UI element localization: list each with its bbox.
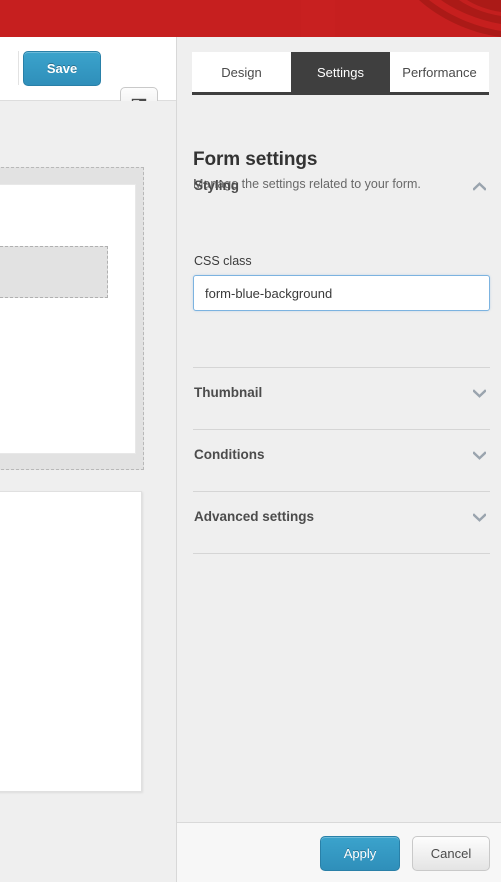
chevron-up-icon	[473, 182, 486, 191]
toolbar-divider	[18, 51, 19, 85]
tab-settings[interactable]: Settings	[291, 52, 390, 92]
form-page-1[interactable]	[0, 184, 136, 454]
tab-settings-label: Settings	[317, 64, 364, 80]
section-label-conditions: Conditions	[194, 447, 265, 462]
section-label-thumbnail: Thumbnail	[194, 385, 263, 400]
settings-tabs: Design Settings Performance	[192, 52, 489, 95]
chevron-down-icon	[473, 513, 486, 522]
form-page-2[interactable]	[0, 491, 142, 792]
chevron-down-icon	[473, 451, 486, 460]
tab-design-label: Design	[221, 64, 262, 80]
cancel-button-label: Cancel	[430, 846, 472, 861]
section-header-conditions[interactable]: Conditions	[193, 436, 490, 476]
apply-button[interactable]: Apply	[320, 836, 400, 871]
section-label-advanced-settings: Advanced settings	[194, 509, 315, 524]
chevron-down-icon	[473, 389, 486, 398]
section-label-styling: Styling	[194, 178, 240, 193]
apply-button-label: Apply	[343, 846, 377, 861]
settings-panel: Design Settings Performance Form setting…	[177, 37, 501, 882]
form-field-placeholder[interactable]	[0, 246, 108, 298]
cancel-button[interactable]: Cancel	[412, 836, 490, 871]
section-divider-2	[193, 429, 490, 430]
section-divider-4	[193, 553, 490, 554]
section-header-thumbnail[interactable]: Thumbnail	[193, 374, 490, 414]
section-header-advanced-settings[interactable]: Advanced settings	[193, 498, 490, 538]
form-builder-screen: Save Design Settings Performance Form se…	[0, 0, 501, 882]
panel-footer: Apply Cancel	[177, 822, 501, 882]
css-class-label: CSS class	[194, 254, 252, 268]
tab-design[interactable]: Design	[192, 52, 291, 92]
editor-left-column: Save	[0, 37, 177, 882]
tab-performance[interactable]: Performance	[390, 52, 489, 92]
form-canvas[interactable]	[0, 101, 176, 882]
save-button-label: Save	[46, 61, 78, 76]
section-divider-3	[193, 491, 490, 492]
save-button[interactable]: Save	[23, 51, 101, 86]
section-divider-1	[193, 367, 490, 368]
css-class-input[interactable]	[193, 275, 490, 311]
banner-decoration	[301, 0, 501, 37]
section-header-styling[interactable]: Styling	[193, 167, 490, 207]
tab-performance-label: Performance	[402, 64, 477, 80]
app-banner	[0, 0, 501, 37]
